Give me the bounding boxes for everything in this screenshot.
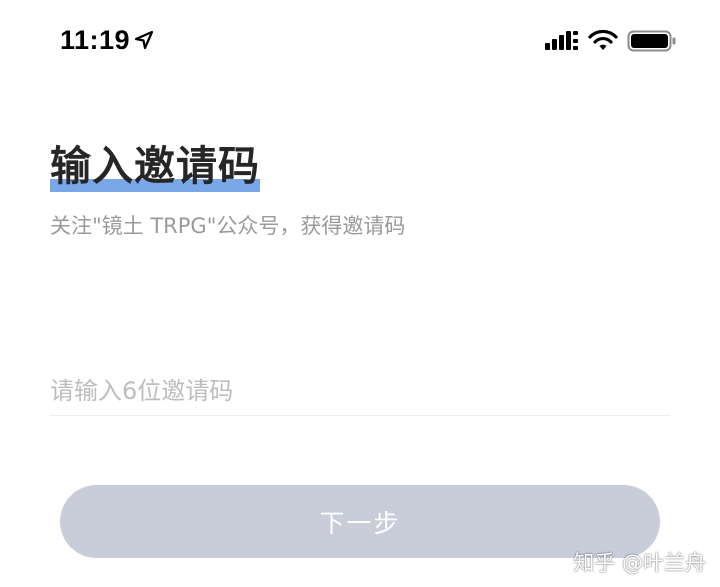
status-time: 11:19 — [60, 25, 131, 55]
next-step-button[interactable]: 下一步 — [60, 485, 660, 558]
cellular-signal-icon — [545, 31, 578, 50]
page-title: 输入邀请码 — [50, 142, 260, 190]
status-bar: 11:19 — [0, 0, 720, 80]
invite-code-screen: 11:19 输入邀请码 关注"镜土 TRPG"公众号，获得邀请码 请输入6位邀请… — [0, 0, 720, 587]
location-arrow-icon — [134, 30, 154, 50]
invite-code-input[interactable] — [50, 370, 670, 412]
battery-icon — [627, 30, 676, 52]
input-divider — [50, 415, 670, 416]
page-title-wrap: 输入邀请码 — [50, 140, 260, 196]
wifi-icon — [588, 29, 618, 50]
page-subtitle: 关注"镜土 TRPG"公众号，获得邀请码 — [50, 214, 406, 238]
watermark: 知乎 @叶兰舟 — [573, 551, 706, 575]
